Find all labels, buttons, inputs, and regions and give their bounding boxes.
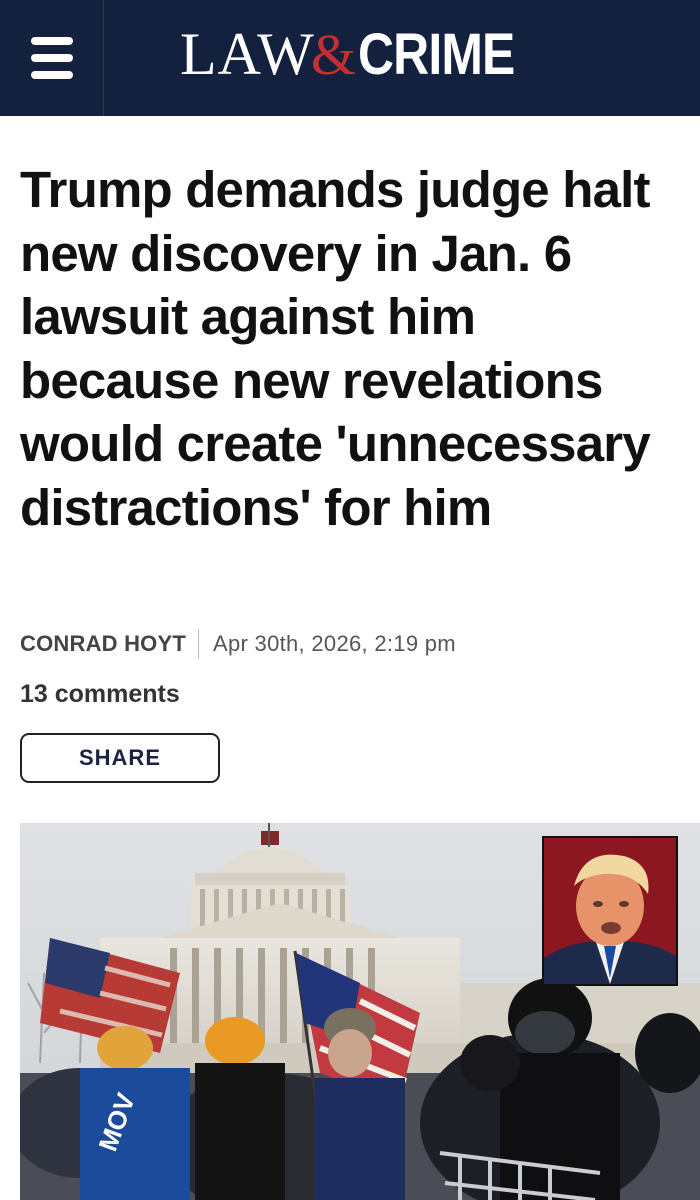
hamburger-menu-button[interactable] xyxy=(0,0,104,116)
site-logo[interactable]: LAW & CRIME xyxy=(180,21,540,87)
logo-crime: CRIME xyxy=(357,22,515,87)
portrait-photo xyxy=(544,838,676,984)
hamburger-menu-icon-bar xyxy=(31,71,73,79)
article-byline: CONRAD HOYT Apr 30th, 2026, 2:19 pm xyxy=(20,628,456,660)
hamburger-menu-icon-bar xyxy=(31,54,73,62)
author-name[interactable]: CONRAD HOYT xyxy=(20,631,186,657)
publish-date: Apr 30th, 2026, 2:19 pm xyxy=(212,631,456,656)
site-header: LAW & CRIME xyxy=(0,0,700,116)
comments-link[interactable]: 13 comments xyxy=(20,680,180,709)
article-headline: Trump demands judge halt new discovery i… xyxy=(20,161,651,536)
logo-ampersand: & xyxy=(310,22,356,87)
inset-portrait-photo xyxy=(542,836,678,986)
logo-law: LAW xyxy=(180,21,315,87)
share-button[interactable]: SHARE xyxy=(20,733,220,783)
hamburger-menu-icon xyxy=(31,37,73,45)
byline-divider xyxy=(197,629,199,659)
